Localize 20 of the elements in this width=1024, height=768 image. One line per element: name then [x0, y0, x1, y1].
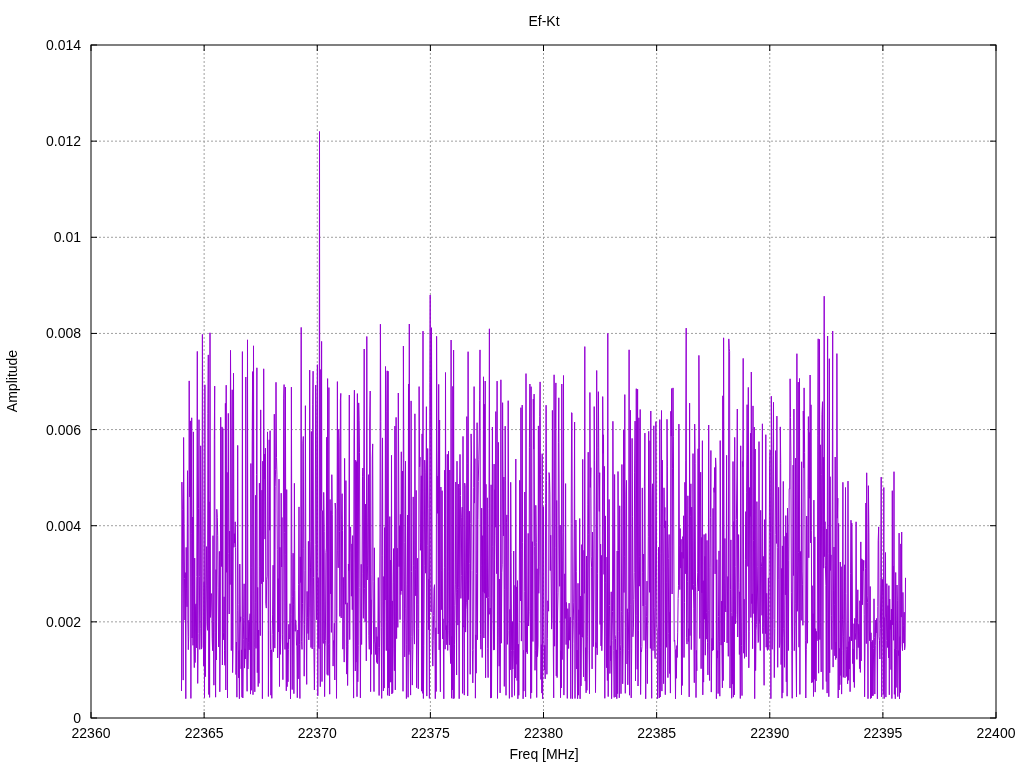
x-tick-label: 22390 — [750, 725, 790, 741]
x-tick-label: 22385 — [637, 725, 677, 741]
y-tick-label: 0 — [73, 710, 81, 726]
x-tick-label: 22380 — [524, 725, 563, 741]
y-tick-label: 0.006 — [45, 421, 81, 438]
x-axis-label: Freq [MHz] — [509, 746, 579, 762]
x-tick-label: 22360 — [71, 725, 111, 741]
x-tick-label: 22365 — [184, 725, 224, 741]
x-tick-label: 22370 — [297, 725, 337, 741]
x-tick-label: 22375 — [410, 725, 450, 741]
y-tick-label: 0.002 — [45, 613, 81, 630]
y-tick-label: 0.008 — [45, 325, 81, 342]
y-axis-label: Amplitude — [4, 349, 20, 413]
x-tick-label: 22400 — [976, 725, 1016, 741]
y-tick-label: 0.004 — [45, 517, 81, 534]
y-tick-label: 0.014 — [45, 37, 81, 53]
chart-title: Ef-Kt — [528, 13, 560, 29]
y-tick-label: 0.012 — [45, 133, 81, 150]
x-tick-label: 22395 — [863, 725, 903, 741]
y-tick-label: 0.01 — [53, 229, 81, 246]
